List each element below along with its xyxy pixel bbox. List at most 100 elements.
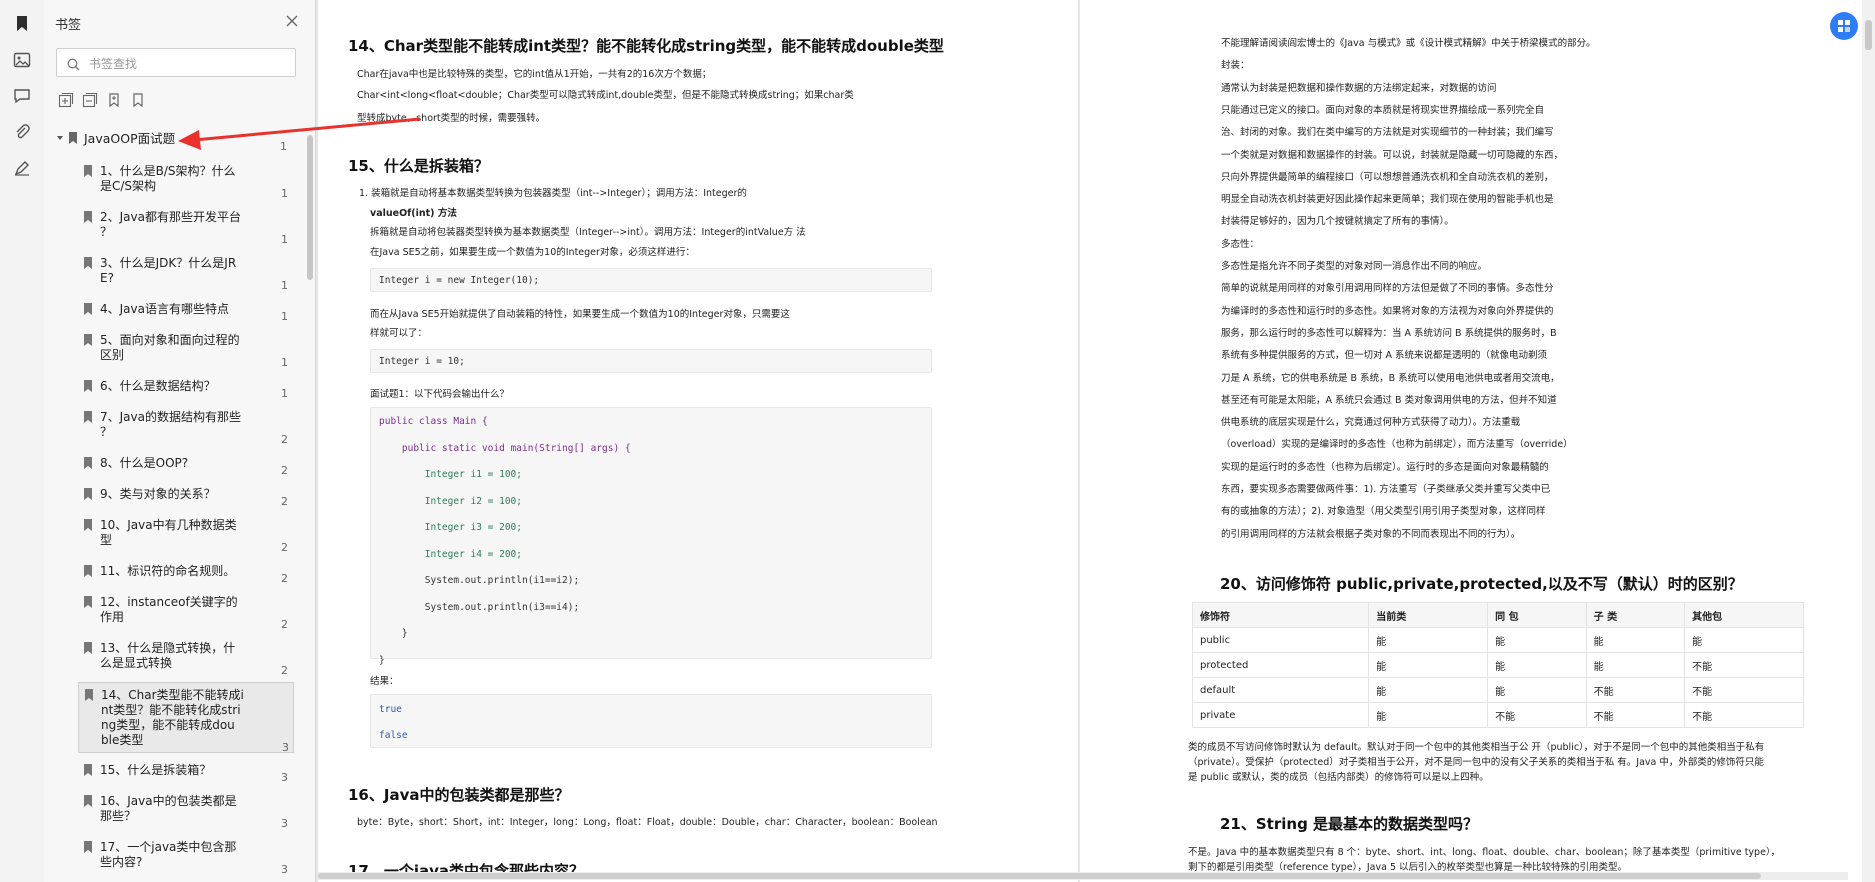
- table-cell: default: [1191, 677, 1370, 703]
- close-icon[interactable]: [284, 13, 300, 29]
- table-header-cell: 当前类: [1368, 602, 1489, 628]
- bookmark-page: 1: [280, 140, 287, 153]
- code-line: }: [379, 628, 408, 639]
- paragraph-line: 一个类就是对数据和数据操作的封装。可以说，封装就是隐藏一切可隐藏的东西，: [1221, 149, 1564, 161]
- table-cell: public: [1191, 627, 1370, 653]
- bookmark-icon: [84, 457, 92, 469]
- paragraph: 面试题1：以下代码会输出什么？: [370, 389, 510, 400]
- paragraph-line: 的引用调用同样的方法就会根据子类对象的不同而表现出不同的行为）。: [1221, 528, 1521, 540]
- code-line: public static void main(String[] args) {: [379, 442, 631, 454]
- bookmark-page: 2: [281, 495, 288, 508]
- table-row: protected 能能能不能: [1191, 652, 1804, 678]
- attachment-icon[interactable]: [12, 122, 32, 142]
- bookmark-label: 区别: [100, 348, 125, 362]
- paragraph-line: 供电系统的底层实现是什么，究竟通过何种方式获得了动力）。方法重载: [1221, 417, 1521, 429]
- panel-scrollbar-thumb[interactable]: [307, 135, 313, 280]
- bookmark-item[interactable]: 9、类与对象的关系？ 2: [78, 482, 298, 508]
- table-row: default 能能不能 不能: [1191, 677, 1804, 703]
- bookmark-page: 1: [281, 279, 288, 292]
- table-row: private 能不能 不能 不能: [1191, 702, 1804, 728]
- add-bookmark-icon[interactable]: [106, 92, 122, 108]
- paragraph: （private）。受保护（protected）对子类相当于公开，对不是同一包中…: [1188, 757, 1764, 768]
- bookmark-outline-icon[interactable]: [130, 92, 146, 108]
- floating-tool-button[interactable]: [1830, 12, 1858, 40]
- bookmark-item[interactable]: 11、标识符的命名规则。 2: [78, 559, 298, 585]
- image-icon[interactable]: [12, 50, 32, 70]
- paragraph-line: 不能理解请阅读阎宏博士的《Java 与模式》或《设计模式精解》中关于桥梁模式的部…: [1221, 38, 1596, 49]
- bookmark-icon: [84, 303, 92, 315]
- bookmark-icon: [84, 257, 92, 269]
- access-modifier-table: 修饰符 当前类同 包子 类其他包 public 能能能能 protected 能能能不能…: [1191, 602, 1804, 728]
- table-cell: 能: [1368, 677, 1489, 703]
- horizontal-scrollbar-thumb[interactable]: [318, 873, 1761, 879]
- bookmark-page: 3: [282, 741, 289, 754]
- document-vertical-scrollbar[interactable]: [1862, 0, 1875, 882]
- bookmark-icon: [84, 764, 92, 776]
- bookmark-page: 3: [281, 863, 288, 876]
- document-scrollbar-thumb[interactable]: [1865, 20, 1872, 50]
- paragraph-line: 只向外界提供最简单的编程接口（可以想想普通洗衣机和全自动洗衣机的差别，: [1221, 171, 1554, 183]
- table-header-cell: 其他包: [1684, 602, 1804, 628]
- bookmark-icon: [85, 689, 93, 701]
- code-line: false: [379, 730, 408, 741]
- bookmark-item[interactable]: 14、Char类型能不能转成i nt类型？能不能转化成stri ng类型，能不能转成…: [78, 682, 294, 754]
- table-cell: 能: [1368, 702, 1489, 728]
- expand-all-icon[interactable]: [58, 92, 74, 108]
- document-horizontal-scrollbar[interactable]: [318, 872, 1848, 880]
- comment-icon[interactable]: [12, 86, 32, 106]
- bookmark-icon[interactable]: [12, 13, 32, 33]
- search-icon: [67, 56, 80, 75]
- bookmark-panel: 书签 JavaOOP面试题11、什么是B/S架构？什么是C/S架构12、Java…: [44, 0, 316, 882]
- bookmark-label: 15、什么是拆装箱？: [100, 763, 212, 777]
- bookmark-page: 2: [281, 541, 288, 554]
- bookmark-item[interactable]: 2、Java都有那些开发平台？ 1: [78, 205, 298, 246]
- table-cell: 不能: [1684, 652, 1804, 678]
- bookmark-item[interactable]: 4、Java语言有哪些特点 1: [78, 297, 298, 323]
- bookmark-item[interactable]: 6、什么是数据结构？ 1: [78, 374, 298, 400]
- bookmark-item[interactable]: 8、什么是OOP? 2: [78, 451, 298, 477]
- paragraph-line: 明显全自动洗衣机封装更好因此操作起来更简单；我们现在使用的智能手机也是: [1221, 194, 1554, 206]
- table-cell: 能: [1684, 627, 1804, 653]
- paragraph-line: 为编译时的多态性和运行时的多态性。如果将对象的方法视为对象向外界提供的: [1221, 305, 1554, 317]
- section-21-title: 21、String 是最基本的数据类型吗？: [1220, 815, 1479, 833]
- bookmark-item[interactable]: 12、instanceof关键字的 作用 2: [78, 590, 298, 631]
- bookmark-item[interactable]: 13、什么是隐式转换，什 么是显式转换 2: [78, 636, 298, 677]
- bookmark-item[interactable]: 5、面向对象和面向过程的 区别 1: [78, 328, 298, 369]
- bookmark-icon: [84, 596, 92, 608]
- bookmark-label: 4、Java语言有哪些特点: [100, 302, 229, 316]
- bookmark-item[interactable]: 17、一个java类中包含那 些内容? 3: [78, 835, 298, 876]
- bookmark-item[interactable]: 10、Java中有几种数据类型 2: [78, 513, 298, 554]
- paragraph: Char在java中也是比较特殊的类型，它的int值从1开始，一共有2的16次方…: [357, 69, 712, 80]
- bookmark-label: 些内容?: [100, 855, 143, 869]
- paragraph: 类的成员不写访问修饰时默认为 default。默认对于同一个包中的其他类相当于公…: [1188, 742, 1765, 753]
- bookmark-label: 6、什么是数据结构？: [100, 379, 216, 393]
- table-header-cell: 子 类: [1585, 602, 1686, 628]
- bookmark-page: 1: [281, 387, 288, 400]
- collapse-all-icon[interactable]: [82, 92, 98, 108]
- paragraph: byte：Byte，short：Short，int：Integer，long：L…: [357, 817, 938, 828]
- bookmark-icon: [84, 411, 92, 423]
- bookmark-item[interactable]: 7、Java的数据结构有那些？ 2: [78, 405, 298, 446]
- paragraph: 是 public 或默认，类的成员（包括内部类）的修饰符可以是以上四种。: [1188, 772, 1489, 783]
- table-cell: 不能: [1585, 677, 1686, 703]
- bookmark-label: 那些？: [100, 809, 137, 823]
- bookmark-label: 型: [100, 533, 113, 547]
- table-cell: private: [1191, 702, 1370, 728]
- bookmark-item[interactable]: 1、什么是B/S架构？什么 是C/S架构 1: [78, 159, 298, 200]
- bookmark-item[interactable]: 15、什么是拆装箱？ 3: [78, 758, 298, 784]
- code-line: Integer i2 = 100;: [379, 495, 522, 507]
- bookmark-page: 1: [281, 233, 288, 246]
- search-input[interactable]: [87, 53, 291, 74]
- bookmark-page: 2: [281, 464, 288, 477]
- caret-down-icon[interactable]: [56, 134, 64, 142]
- bookmark-label: 是C/S架构: [100, 179, 157, 193]
- code-line: System.out.println(i1==i2);: [379, 575, 580, 586]
- bookmark-icon: [84, 380, 92, 392]
- bookmark-item[interactable]: 16、Java中的包装类都是 那些？ 3: [78, 789, 298, 830]
- table-cell: protected: [1191, 652, 1370, 678]
- bookmark-item[interactable]: 3、什么是JDK？什么是JR E? 1: [78, 251, 298, 292]
- signature-icon[interactable]: [12, 158, 32, 178]
- bookmark-search[interactable]: [56, 48, 296, 77]
- code-line: }: [379, 654, 385, 666]
- table-cell: 能: [1585, 627, 1686, 653]
